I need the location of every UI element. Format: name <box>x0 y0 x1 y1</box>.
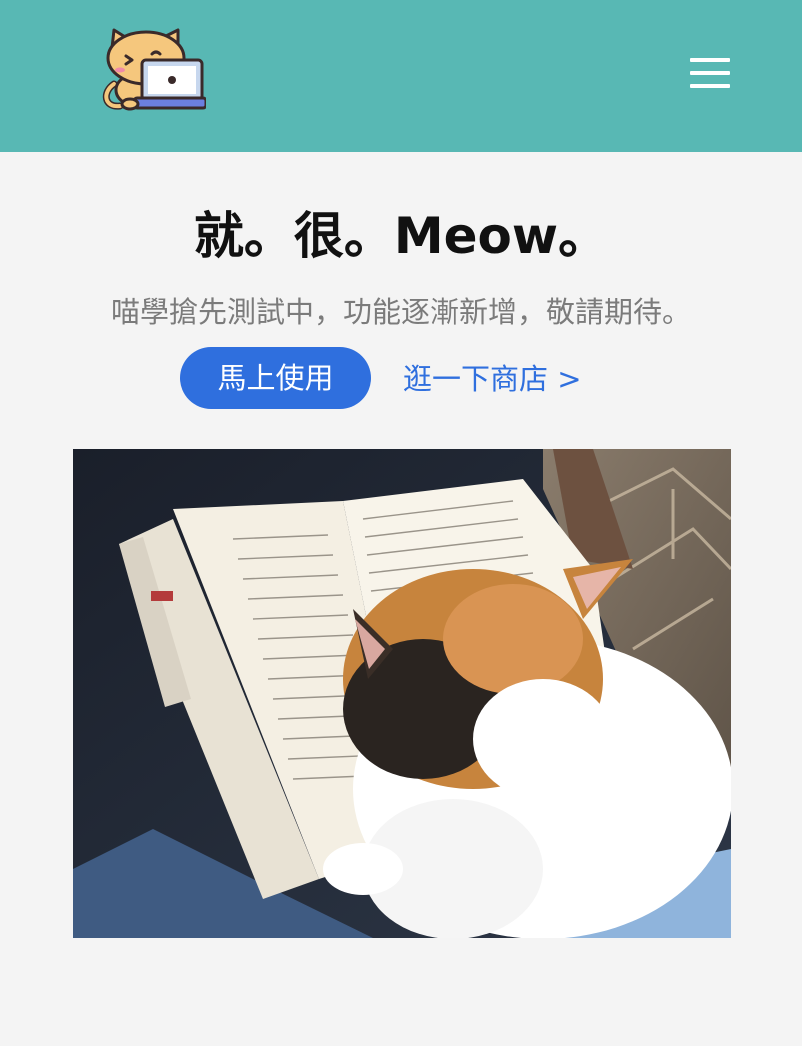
browse-store-link[interactable]: 逛一下商店 > <box>403 359 582 399</box>
start-using-button[interactable]: 馬上使用 <box>180 347 371 409</box>
hero-cat-reading-image <box>73 449 731 938</box>
menu-bar-line <box>690 84 730 88</box>
menu-bar-line <box>690 58 730 62</box>
cat-laptop-logo-icon[interactable] <box>100 26 208 114</box>
top-navbar <box>0 0 802 152</box>
hamburger-menu-icon[interactable] <box>684 52 736 94</box>
hero-title: 就。很。Meow。 <box>193 207 609 265</box>
hero-subtitle: 喵學搶先測試中，功能逐漸新增，敬請期待。 <box>110 295 691 329</box>
menu-bar-line <box>690 71 730 75</box>
